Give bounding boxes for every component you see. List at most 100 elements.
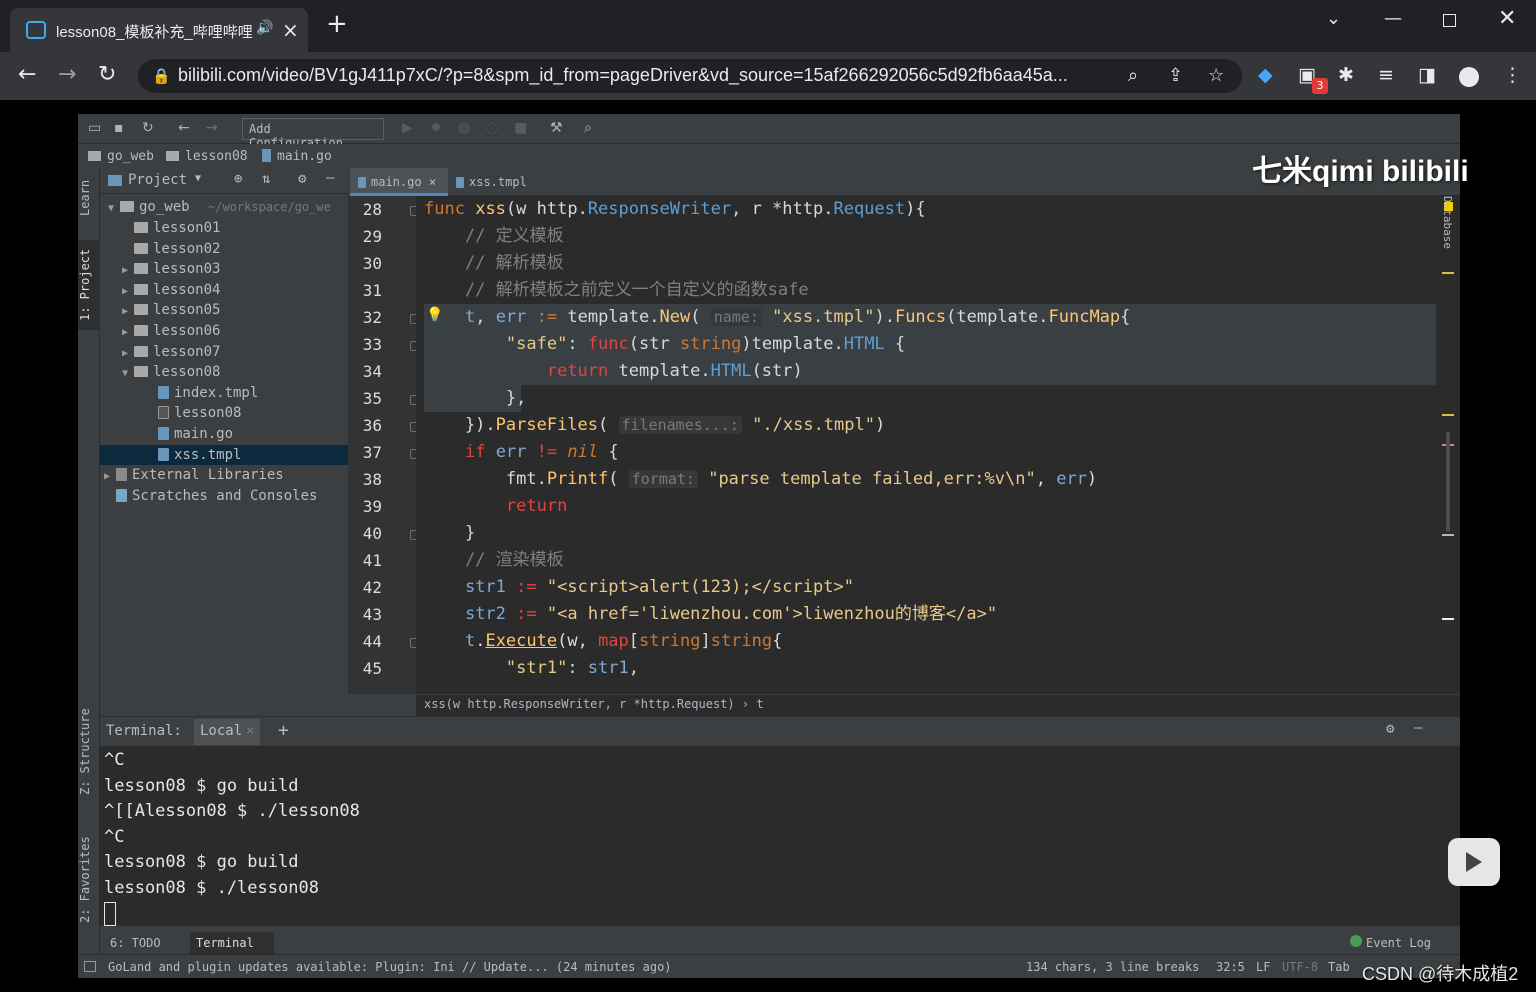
tab-close-icon[interactable]: × xyxy=(429,175,436,189)
media-control-icon[interactable]: ≡ xyxy=(1378,64,1394,86)
back-button[interactable]: ← xyxy=(18,62,36,87)
expand-arrow-icon[interactable]: ▼ xyxy=(122,364,134,384)
info-marker[interactable] xyxy=(1442,534,1454,536)
add-configuration-button[interactable]: Add Configuration... xyxy=(242,118,384,150)
warning-marker[interactable] xyxy=(1442,272,1454,274)
profile-avatar-icon[interactable] xyxy=(1459,67,1479,87)
file-encoding[interactable]: UTF-8 xyxy=(1282,960,1318,974)
bilibili-tv-icon[interactable] xyxy=(1448,838,1500,886)
forward-button[interactable]: → xyxy=(58,62,76,87)
close-window-button[interactable]: ✕ xyxy=(1498,6,1516,31)
line-number[interactable]: 44 xyxy=(348,632,382,651)
minimize-button[interactable]: — xyxy=(1384,8,1402,29)
line-number[interactable]: 40 xyxy=(348,524,382,543)
menu-kebab-icon[interactable]: ⋮ xyxy=(1503,64,1522,86)
line-number[interactable]: 39 xyxy=(348,497,382,516)
new-terminal-button[interactable]: + xyxy=(278,720,289,741)
tree-item[interactable]: ▼ lesson08 xyxy=(100,362,348,383)
line-number[interactable]: 30 xyxy=(348,254,382,273)
tree-item[interactable]: ▶ External Libraries xyxy=(100,465,348,486)
side-panel-icon[interactable]: ◨ xyxy=(1418,64,1436,86)
tab-xss-tmpl[interactable]: xss.tmpl × xyxy=(448,168,548,217)
line-number[interactable]: 35 xyxy=(348,389,382,408)
favorites-tool-tab[interactable]: 2: Favorites xyxy=(78,828,100,932)
line-number[interactable]: 34 xyxy=(348,362,382,381)
line-separator[interactable]: LF xyxy=(1256,960,1270,974)
share-icon[interactable]: ⇪ xyxy=(1168,65,1183,86)
code-breadcrumb[interactable]: xss(w http.ResponseWriter, r *http.Reque… xyxy=(416,694,1460,716)
forward-arrow-icon[interactable]: → xyxy=(206,120,218,136)
expand-arrow-icon[interactable]: ▶ xyxy=(122,282,134,302)
wrench-icon[interactable]: ⚒ xyxy=(550,120,563,136)
tree-item[interactable]: ▶ lesson07 xyxy=(100,342,348,363)
gear-icon[interactable]: ⚙ xyxy=(1386,721,1394,737)
hide-panel-icon[interactable]: — xyxy=(326,170,334,186)
line-number[interactable]: 45 xyxy=(348,659,382,678)
hide-panel-icon[interactable]: — xyxy=(1414,720,1422,736)
expand-arrow-icon[interactable]: ▶ xyxy=(122,261,134,281)
bookmark-star-icon[interactable]: ☆ xyxy=(1208,65,1224,86)
line-number[interactable]: 32 xyxy=(348,308,382,327)
line-number[interactable]: 31 xyxy=(348,281,382,300)
tab-main-go[interactable]: main.go × xyxy=(350,168,448,196)
collapse-all-icon[interactable]: ⇅ xyxy=(262,171,270,187)
new-tab-button[interactable]: + xyxy=(326,11,348,37)
caret-position[interactable]: 32:5 xyxy=(1216,960,1245,974)
tab-search-icon[interactable]: ⌄ xyxy=(1326,8,1341,29)
line-number[interactable]: 41 xyxy=(348,551,382,570)
coverage-icon[interactable]: ◍ xyxy=(458,120,470,136)
tree-item[interactable]: lesson01 xyxy=(100,218,348,239)
line-number[interactable]: 37 xyxy=(348,443,382,462)
indent-setting[interactable]: Tab xyxy=(1328,960,1350,974)
breadcrumb-main-go[interactable]: main.go xyxy=(277,149,332,164)
expand-arrow-icon[interactable]: ▶ xyxy=(122,302,134,322)
lock-icon[interactable]: 🔒 xyxy=(152,67,171,85)
back-arrow-icon[interactable]: ← xyxy=(178,120,190,136)
info-marker[interactable] xyxy=(1442,618,1454,620)
event-log-tab[interactable]: Event Log xyxy=(1366,936,1431,950)
reload-button[interactable]: ↻ xyxy=(98,62,116,87)
breadcrumb-lesson08[interactable]: lesson08 xyxy=(185,149,248,164)
line-number[interactable]: 36 xyxy=(348,416,382,435)
breadcrumb-go-web[interactable]: go_web xyxy=(107,149,154,164)
terminal-tab-close-icon[interactable]: × xyxy=(246,723,254,739)
expand-arrow-icon[interactable]: ▶ xyxy=(122,344,134,364)
profile-icon[interactable]: ◌ xyxy=(486,120,498,136)
database-tool-tab[interactable]: Database xyxy=(1440,196,1454,266)
stop-icon[interactable]: ■ xyxy=(514,120,527,136)
save-icon[interactable]: ▪ xyxy=(114,120,124,136)
line-number[interactable]: 42 xyxy=(348,578,382,597)
tree-item[interactable]: xss.tmpl xyxy=(100,444,348,466)
tree-item[interactable]: index.tmpl xyxy=(100,383,348,404)
line-number[interactable]: 43 xyxy=(348,605,382,624)
address-bar[interactable]: 🔒 bilibili.com/video/BV1gJ411p7xC/?p=8&s… xyxy=(138,59,1242,93)
line-number[interactable]: 33 xyxy=(348,335,382,354)
project-tool-tab[interactable]: 1: Project xyxy=(78,240,100,330)
project-view-selector[interactable]: Project xyxy=(128,172,187,188)
terminal-scrollbar[interactable] xyxy=(1422,746,1460,926)
scroll-thumb[interactable] xyxy=(1446,432,1450,532)
maximize-button[interactable] xyxy=(1443,14,1456,27)
audio-playing-icon[interactable]: 🔊 xyxy=(256,20,273,36)
extensions-puzzle-icon[interactable]: ✱ xyxy=(1338,64,1354,86)
extension-gem-icon[interactable]: ◆ xyxy=(1258,64,1273,86)
tree-item[interactable]: Scratches and Consoles xyxy=(100,486,348,507)
zoom-icon[interactable]: ⌕ xyxy=(1128,65,1138,86)
editor-scrollbar[interactable] xyxy=(1436,196,1460,716)
status-message[interactable]: GoLand and plugin updates available: Plu… xyxy=(108,960,672,974)
tree-item[interactable]: ▶ lesson06 xyxy=(100,321,348,342)
search-icon[interactable]: ⌕ xyxy=(584,120,592,136)
expand-arrow-icon[interactable]: ▶ xyxy=(122,323,134,343)
lightbulb-icon[interactable]: 💡 xyxy=(426,307,443,323)
debug-icon[interactable]: ✸ xyxy=(430,120,442,136)
tree-item[interactable]: lesson08 xyxy=(100,403,348,424)
line-number[interactable]: 28 xyxy=(348,200,382,219)
todo-tab[interactable]: 6: TODO xyxy=(110,936,161,950)
tree-item[interactable]: ▶ lesson04 xyxy=(100,280,348,301)
structure-tool-tab[interactable]: Z: Structure xyxy=(78,704,100,800)
line-number[interactable]: 38 xyxy=(348,470,382,489)
chevron-down-icon[interactable]: ▼ xyxy=(195,173,201,184)
url-text[interactable]: bilibili.com/video/BV1gJ411p7xC/?p=8&spm… xyxy=(178,65,1118,86)
tab-close-icon[interactable]: × xyxy=(282,18,299,42)
tree-root-go-web[interactable]: ▼ go_web ~/workspace/go_we xyxy=(100,197,348,218)
